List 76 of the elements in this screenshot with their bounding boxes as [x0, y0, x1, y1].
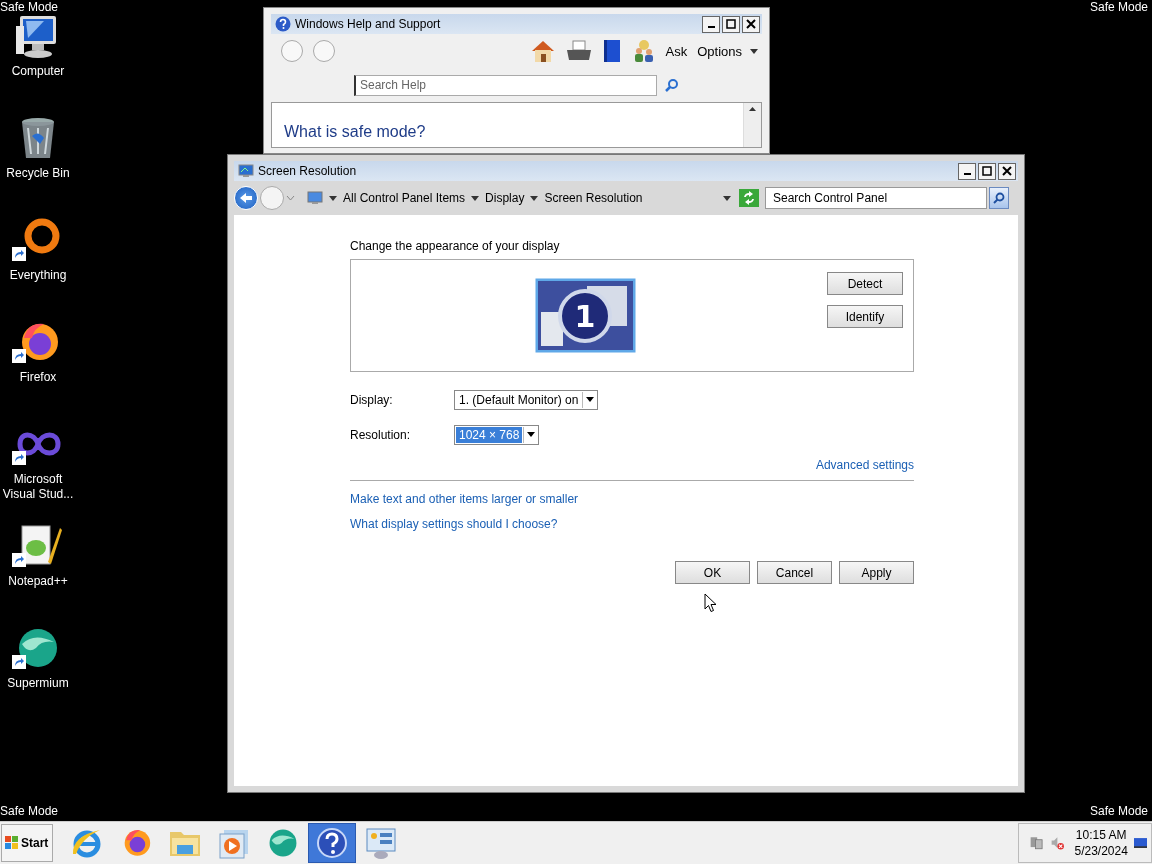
close-button[interactable]	[742, 15, 760, 33]
clock-time[interactable]: 10:15 AM	[1075, 827, 1127, 843]
close-button[interactable]	[998, 162, 1016, 180]
caret-icon	[527, 432, 536, 437]
field-label: Display:	[350, 392, 394, 407]
minimize-button[interactable]	[958, 162, 976, 180]
cursor-icon	[704, 593, 717, 613]
help-link[interactable]: Make text and other items larger or smaller	[350, 492, 579, 506]
dialog-button[interactable]: Apply	[839, 561, 914, 584]
monitor-tile[interactable]: 1	[535, 278, 636, 353]
start-button[interactable]: Start	[1, 824, 53, 862]
search-icon[interactable]	[665, 78, 679, 92]
safe-mode-label: Safe Mode	[1089, 0, 1148, 14]
icon-label: Supermium	[7, 676, 69, 691]
monitor-icon	[307, 191, 323, 205]
icon-label: Microsoft Visual Stud...	[1, 472, 75, 502]
close-icon	[746, 19, 756, 29]
window-title: Windows Help and Support	[295, 17, 442, 31]
caret-icon	[586, 397, 595, 402]
help-link[interactable]: What display settings should I choose?	[350, 517, 558, 531]
control-panel-icon	[364, 826, 398, 860]
safe-mode-label: Safe Mode	[0, 0, 59, 14]
taskbar-button[interactable]	[308, 823, 356, 863]
search-field[interactable]: Search Help	[354, 74, 657, 96]
breadcrumb-item[interactable]: All Control Panel Items	[343, 191, 466, 205]
icon-label: Everything	[9, 268, 67, 283]
safe-mode-label: Safe Mode	[1089, 804, 1148, 818]
minimize-icon	[963, 173, 971, 175]
window-title: Screen Resolution	[258, 164, 358, 178]
help-icon	[275, 16, 291, 32]
dialog-button[interactable]: Cancel	[757, 561, 832, 584]
show-desktop-icon[interactable]	[1133, 836, 1147, 850]
options-menu[interactable]: Options	[697, 43, 758, 59]
close-icon	[1002, 166, 1012, 176]
arrow-icon	[239, 192, 253, 204]
icon-label: Notepad++	[8, 574, 68, 589]
dialog-button[interactable]: OK	[675, 561, 750, 584]
icon-label: Firefox	[19, 370, 57, 385]
maximize-icon	[726, 19, 736, 29]
caret-icon	[471, 195, 480, 201]
book-icon[interactable]	[601, 39, 622, 63]
search-button[interactable]	[989, 187, 1009, 209]
refresh-button[interactable]	[739, 189, 759, 207]
windows-flag-icon	[4, 835, 20, 851]
minimize-icon	[707, 26, 715, 28]
monitor-icon	[238, 164, 254, 178]
maximize-button[interactable]	[722, 15, 740, 33]
detect-button[interactable]: Detect	[827, 272, 903, 295]
icon-label: Recycle Bin	[6, 166, 70, 181]
printer-icon[interactable]	[565, 40, 592, 62]
identify-button[interactable]: Identify	[827, 305, 903, 328]
field-label: Resolution:	[350, 427, 412, 442]
help-heading: What is safe mode?	[283, 122, 427, 142]
scrollbar[interactable]	[743, 103, 761, 147]
maximize-icon	[982, 166, 992, 176]
search-icon	[993, 192, 1005, 204]
minimize-button[interactable]	[702, 15, 720, 33]
help-icon	[315, 826, 349, 860]
network-icon[interactable]	[1029, 834, 1044, 852]
caret-icon	[329, 195, 337, 201]
caret-icon	[750, 48, 758, 54]
ask-button[interactable]: Ask	[665, 43, 688, 59]
breadcrumb-item[interactable]: Display	[485, 191, 525, 205]
section-heading: Change the appearance of your display	[350, 239, 561, 255]
search-field[interactable]: Search Control Panel	[765, 187, 987, 209]
dropdown[interactable]: 1024 × 768	[454, 424, 540, 445]
caret-icon	[530, 195, 539, 201]
icon-label: Computer	[11, 64, 65, 79]
dropdown[interactable]: 1. (Default Monitor) on	[454, 389, 599, 410]
address-bar[interactable]: All Control Panel Items Display Screen Resolution	[305, 187, 737, 209]
maximize-button[interactable]	[978, 162, 996, 180]
advanced-settings-link[interactable]: Advanced settings	[815, 458, 914, 472]
caret-icon	[723, 195, 731, 201]
safe-mode-label: Safe Mode	[0, 804, 59, 818]
breadcrumb-item[interactable]: Screen Resolution	[544, 191, 643, 205]
clock-date[interactable]: 5/23/2024	[1074, 843, 1128, 859]
